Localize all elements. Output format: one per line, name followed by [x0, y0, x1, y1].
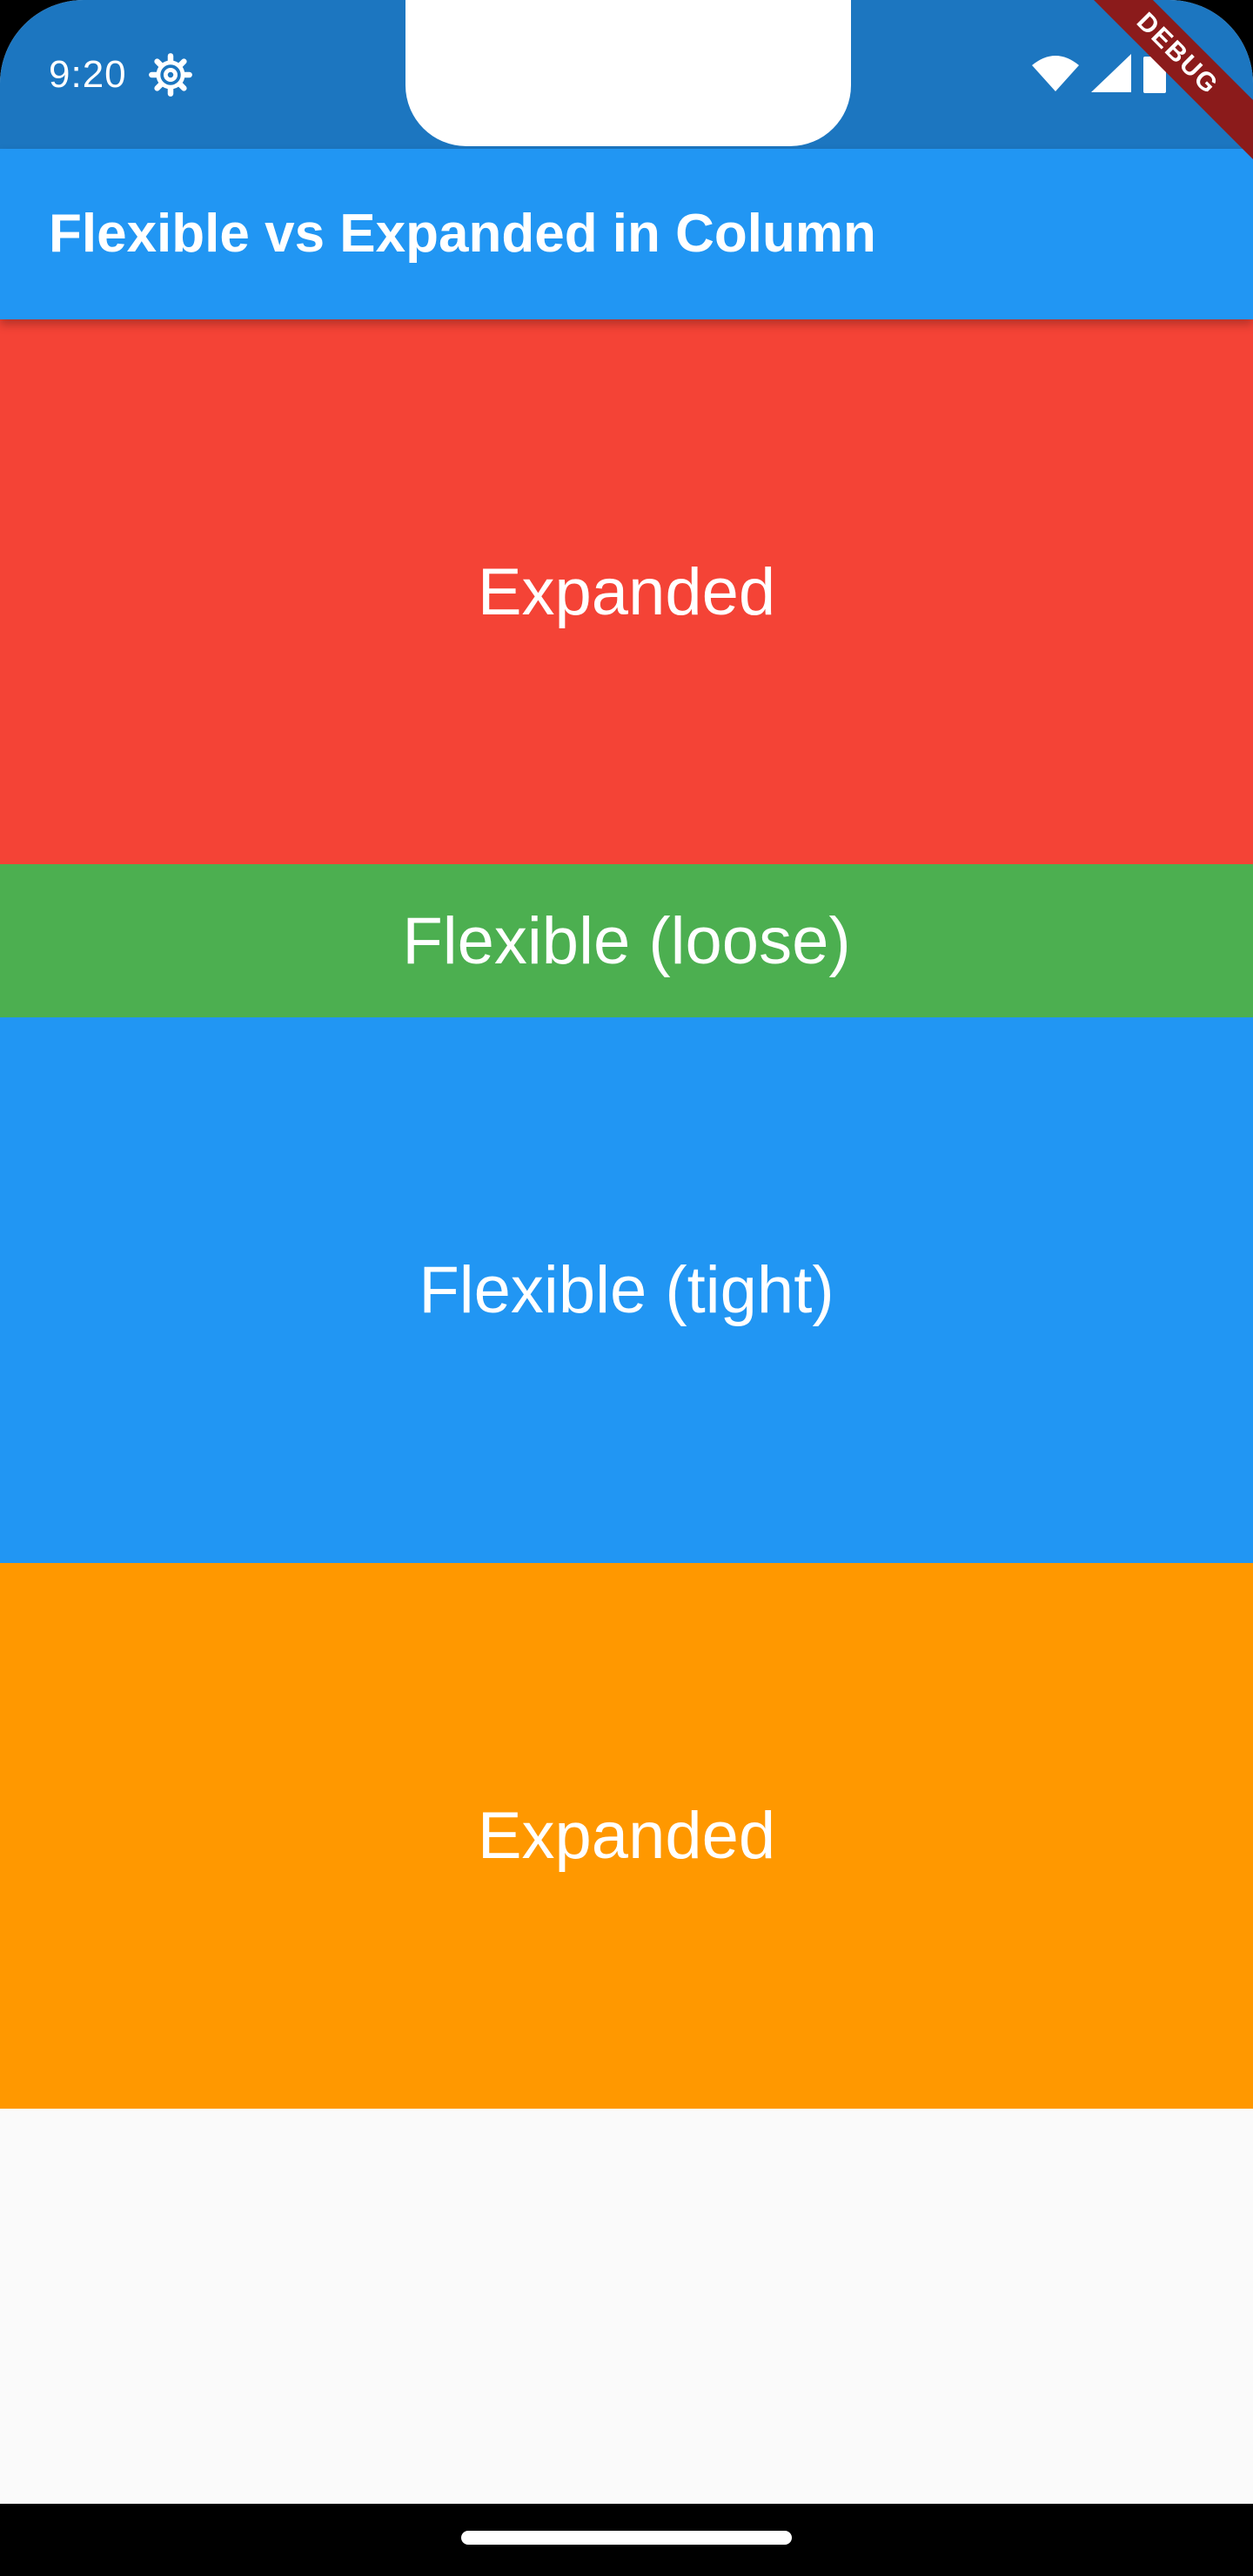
cellular-signal-icon	[1091, 53, 1131, 97]
status-bar: 9:20	[0, 0, 1253, 149]
display-notch	[405, 0, 851, 146]
empty-space	[0, 2109, 1253, 2504]
navigation-bar	[0, 2504, 1253, 2576]
page-title: Flexible vs Expanded in Column	[49, 204, 876, 264]
settings-gear-icon	[148, 52, 193, 97]
wifi-icon	[1032, 55, 1079, 96]
block-label: Expanded	[477, 554, 776, 629]
block-label: Expanded	[477, 1799, 776, 1873]
block-label: Flexible (tight)	[419, 1253, 834, 1327]
flexible-tight-block-blue: Flexible (tight)	[0, 1017, 1253, 1563]
flexible-loose-block-green: Flexible (loose)	[0, 864, 1253, 1017]
expanded-block-red: Expanded	[0, 319, 1253, 864]
home-indicator[interactable]	[461, 2531, 792, 2545]
block-label: Flexible (loose)	[402, 903, 851, 978]
phone-screen: 9:20 DEBUG Flexible vs Expanded in Colum…	[0, 0, 1253, 2576]
app-bar: Flexible vs Expanded in Column	[0, 149, 1253, 319]
expanded-block-orange: Expanded	[0, 1563, 1253, 2109]
status-time: 9:20	[49, 53, 127, 96]
status-icons	[1032, 52, 1166, 97]
